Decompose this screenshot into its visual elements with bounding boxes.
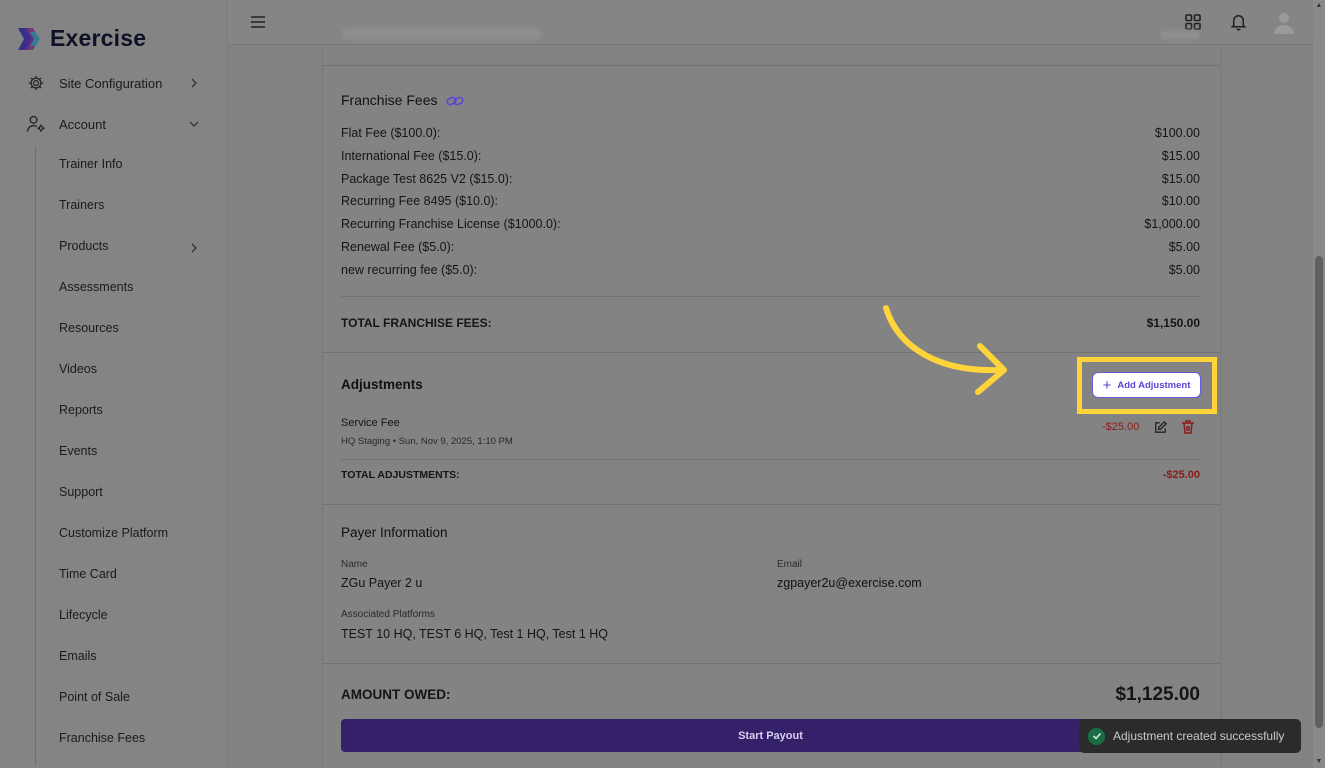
- divider: [341, 296, 1200, 297]
- fee-value: $15.00: [1161, 172, 1200, 186]
- payer-name-label: Name: [341, 559, 368, 570]
- adjustment-amount: -$25.00: [1102, 421, 1140, 433]
- sidebar-item-events[interactable]: Events: [59, 444, 97, 458]
- trash-icon[interactable]: [1181, 419, 1195, 435]
- bell-icon[interactable]: [1229, 12, 1249, 32]
- fee-label: International Fee ($15.0):: [341, 149, 482, 163]
- total-franchise-fees-label: TOTAL FRANCHISE FEES:: [341, 316, 492, 330]
- link-icon[interactable]: [446, 93, 464, 109]
- adjustment-meta: HQ Staging • Sun, Nov 9, 2025, 1:10 PM: [341, 436, 513, 447]
- chevron-right-icon: [188, 241, 200, 253]
- scrollbar-thumb[interactable]: [1315, 256, 1323, 728]
- submenu-line: [35, 146, 36, 766]
- total-franchise-fees-value: $1,150.00: [1146, 316, 1200, 330]
- add-adjustment-label: Add Adjustment: [1117, 379, 1191, 391]
- fee-value: $5.00: [1168, 240, 1200, 254]
- nav-label: Account: [59, 116, 106, 132]
- total-adjustments-label: TOTAL ADJUSTMENTS:: [341, 469, 460, 481]
- divider: [322, 65, 1221, 66]
- gear-icon: [26, 73, 46, 93]
- fee-label: Renewal Fee ($5.0):: [341, 240, 455, 254]
- sidebar-item-trainer-info[interactable]: Trainer Info: [59, 157, 122, 171]
- edit-icon[interactable]: [1153, 420, 1168, 435]
- sidebar-item-lifecycle[interactable]: Lifecycle: [59, 608, 108, 622]
- check-circle-icon: [1088, 727, 1105, 745]
- fee-value: $10.00: [1161, 194, 1200, 208]
- sidebar-item-assessments[interactable]: Assessments: [59, 280, 133, 294]
- divider: [322, 663, 1221, 664]
- sidebar-item-videos[interactable]: Videos: [59, 362, 97, 376]
- scroll-down-icon[interactable]: ▼: [1315, 758, 1323, 766]
- payer-info-title: Payer Information: [341, 525, 448, 540]
- payer-email-value: zgpayer2u@exercise.com: [777, 576, 922, 590]
- adjustments-title: Adjustments: [341, 377, 423, 392]
- sidebar: Exercise Site Configuration Account Trai…: [0, 0, 228, 768]
- blurred-header-value: [1160, 30, 1200, 40]
- sidebar-item-trainers[interactable]: Trainers: [59, 198, 104, 212]
- amount-owed-label: AMOUNT OWED:: [341, 687, 451, 702]
- nav-label: Site Configuration: [59, 75, 163, 91]
- fee-value: $5.00: [1168, 263, 1200, 277]
- sidebar-item-support[interactable]: Support: [59, 485, 103, 499]
- amount-owed-value: $1,125.00: [1115, 684, 1200, 705]
- plus-icon: +: [1102, 376, 1112, 394]
- fee-label: Flat Fee ($100.0):: [341, 126, 441, 140]
- toast-message: Adjustment created successfully: [1113, 729, 1285, 743]
- fee-value: $100.00: [1154, 126, 1200, 140]
- nav-account[interactable]: Account: [26, 114, 204, 134]
- divider: [322, 504, 1221, 505]
- pointer-arrow-icon: [883, 305, 1007, 395]
- hamburger-menu-icon[interactable]: [250, 14, 266, 30]
- sidebar-item-emails[interactable]: Emails: [59, 649, 97, 663]
- franchise-fees-title: Franchise Fees: [341, 92, 438, 108]
- fee-label: Recurring Franchise License ($1000.0):: [341, 217, 561, 231]
- fee-label: Package Test 8625 V2 ($15.0):: [341, 172, 513, 186]
- avatar[interactable]: [1272, 10, 1296, 34]
- nav-site-configuration[interactable]: Site Configuration: [26, 73, 204, 93]
- user-gear-icon: [26, 114, 46, 134]
- add-adjustment-button[interactable]: + Add Adjustment: [1092, 372, 1201, 398]
- chevron-right-icon: [188, 77, 200, 89]
- total-adjustments-value: -$25.00: [1162, 469, 1200, 481]
- payer-email-label: Email: [777, 559, 803, 570]
- divider: [322, 352, 1221, 353]
- platforms-label: Associated Platforms: [341, 609, 435, 620]
- app-name: Exercise: [50, 25, 147, 51]
- sidebar-item-reports[interactable]: Reports: [59, 403, 103, 417]
- sidebar-item-time-card[interactable]: Time Card: [59, 567, 117, 581]
- app-logo[interactable]: Exercise: [16, 25, 146, 52]
- start-payout-button[interactable]: Start Payout: [341, 719, 1200, 752]
- sidebar-item-products[interactable]: Products: [59, 239, 108, 253]
- sidebar-item-resources[interactable]: Resources: [59, 321, 119, 335]
- scroll-up-icon[interactable]: ▲: [1315, 2, 1323, 10]
- fee-label: new recurring fee ($5.0):: [341, 263, 478, 277]
- divider: [341, 459, 1200, 460]
- sidebar-item-customize-platform[interactable]: Customize Platform: [59, 526, 168, 540]
- payer-name-value: ZGu Payer 2 u: [341, 576, 423, 590]
- fee-label: Recurring Fee 8495 ($10.0):: [341, 194, 499, 208]
- platforms-value: TEST 10 HQ, TEST 6 HQ, Test 1 HQ, Test 1…: [341, 627, 608, 641]
- adjustment-name: Service Fee: [341, 417, 400, 429]
- sidebar-item-point-of-sale[interactable]: Point of Sale: [59, 690, 130, 704]
- fee-value: $1,000.00: [1144, 217, 1200, 231]
- toast-notification: Adjustment created successfully: [1079, 719, 1301, 753]
- logo-icon: [16, 26, 42, 52]
- chevron-down-icon: [188, 118, 200, 130]
- blurred-header-text: [342, 28, 542, 40]
- sidebar-item-franchise-fees[interactable]: Franchise Fees: [59, 731, 145, 745]
- fee-value: $15.00: [1161, 149, 1200, 163]
